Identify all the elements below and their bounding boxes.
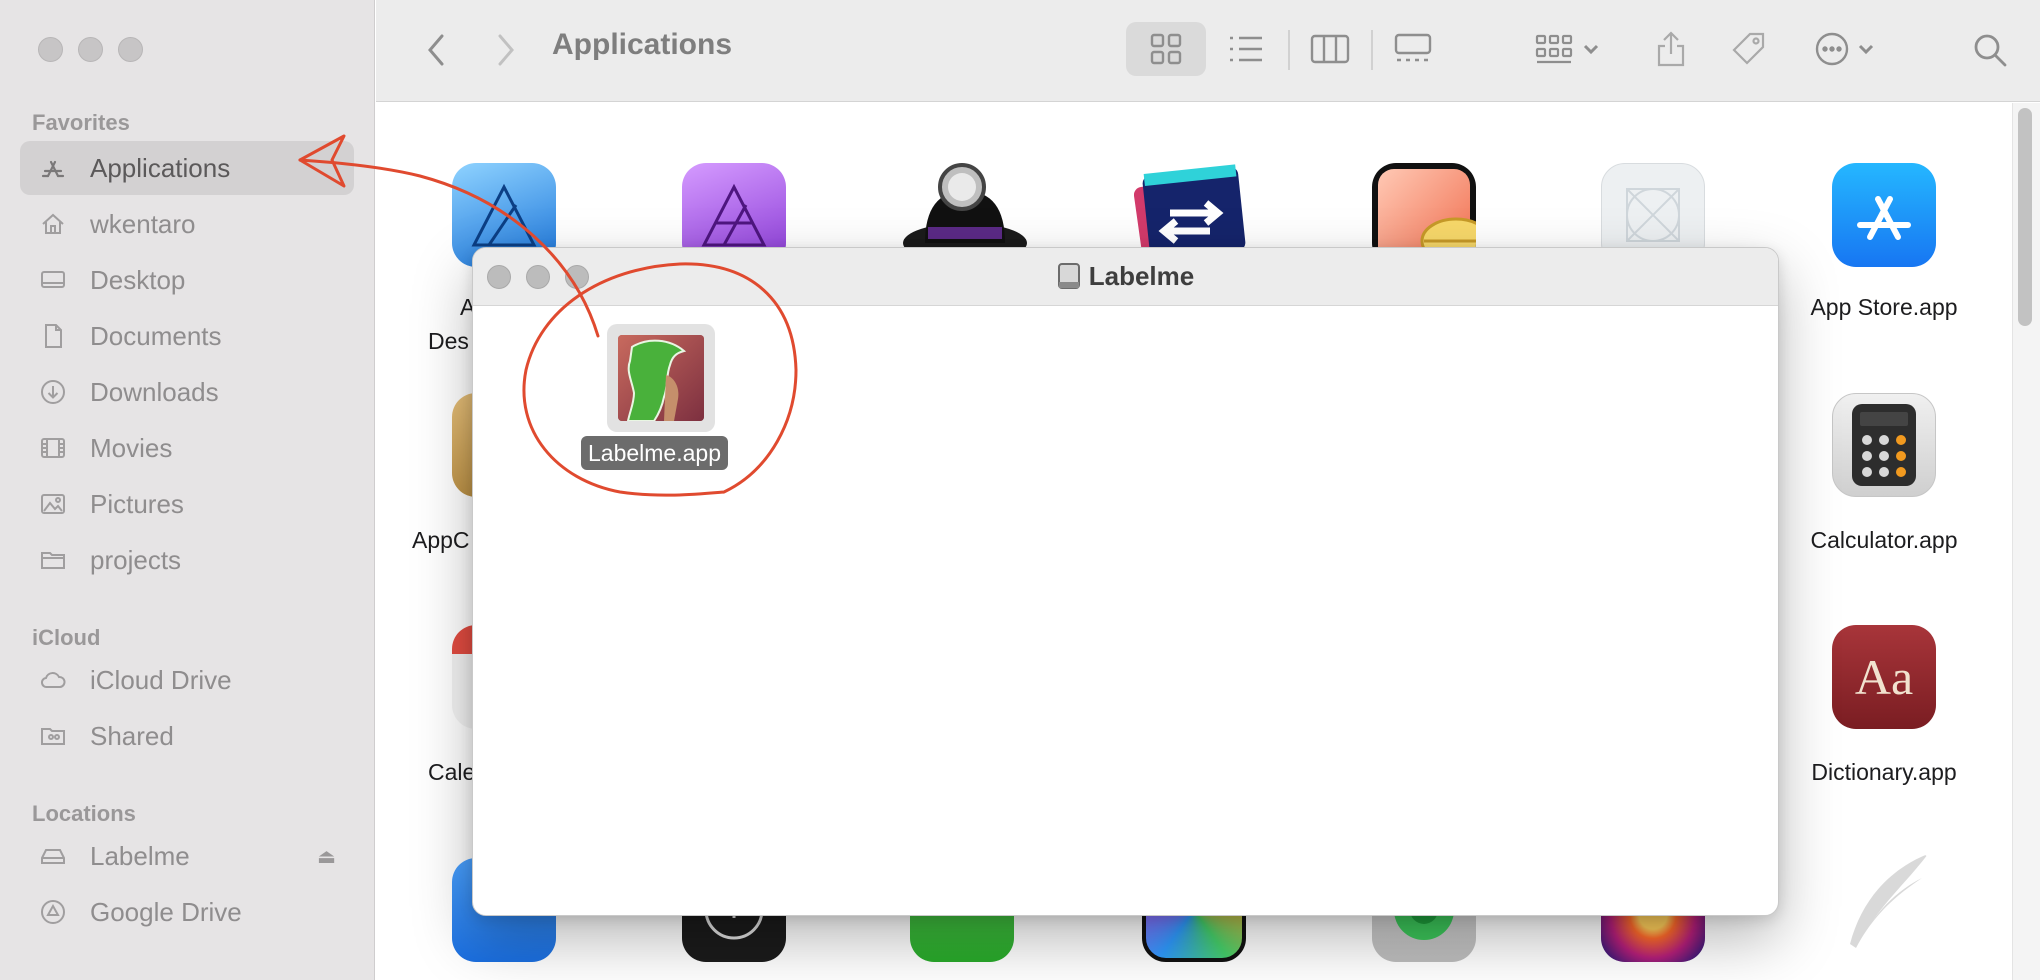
close-button[interactable]: [38, 37, 63, 62]
labelme-app-label[interactable]: Labelme.app: [581, 436, 728, 470]
app-store-a-icon: [38, 153, 68, 183]
google-drive-icon: [38, 897, 68, 927]
labelme-volume-window: Labelme Labelme.app: [472, 247, 1779, 916]
sidebar-item-movies[interactable]: Movies: [20, 421, 354, 475]
scrollbar-thumb[interactable]: [2018, 108, 2032, 326]
icon-view-button[interactable]: [1126, 22, 1206, 76]
column-view-button[interactable]: [1290, 22, 1370, 76]
minimize-button[interactable]: [78, 37, 103, 62]
chevron-down-icon: [1858, 44, 1874, 55]
dictionary-icon[interactable]: Aa: [1832, 625, 1936, 729]
document-icon: [38, 321, 68, 351]
sidebar-item-label: Downloads: [90, 376, 219, 407]
sidebar-item-applications[interactable]: Applications: [20, 141, 354, 195]
folder-icon: [38, 545, 68, 575]
gallery-view-button[interactable]: [1373, 22, 1453, 76]
sidebar-item-label: Shared: [90, 720, 174, 751]
gallery-icon: [1394, 33, 1432, 62]
sidebar-item-labelme[interactable]: Labelme ⏏: [20, 829, 354, 883]
drive-icon: [38, 841, 68, 871]
sidebar-item-label: Pictures: [90, 488, 184, 519]
popup-titlebar[interactable]: Labelme: [473, 248, 1778, 306]
chevron-left-icon: [428, 34, 444, 66]
popup-title: Labelme: [473, 261, 1778, 292]
more-actions-button[interactable]: [1806, 22, 1882, 76]
sidebar: Favorites Applications wkentaro Desktop …: [0, 0, 375, 980]
photo-icon: [38, 489, 68, 519]
ellipsis-circle-icon: [1815, 32, 1849, 66]
favorites-header: Favorites: [32, 110, 130, 135]
tag-button[interactable]: [1722, 22, 1776, 76]
icloud-header: iCloud: [32, 625, 101, 650]
labelme-app-icon[interactable]: [607, 324, 715, 432]
tag-icon: [1732, 32, 1765, 65]
toolbar: Applications: [376, 0, 2040, 102]
eject-icon[interactable]: ⏏: [317, 844, 336, 869]
locations-header: Locations: [32, 801, 136, 826]
app-label-partial: Cale: [428, 759, 476, 785]
finder-screen: Favorites Applications wkentaro Desktop …: [0, 0, 2040, 980]
sidebar-item-label: Desktop: [90, 264, 186, 295]
window-controls: [38, 37, 143, 62]
sidebar-item-label: Movies: [90, 432, 173, 463]
desktop-icon: [38, 265, 68, 295]
sidebar-item-label: projects: [90, 544, 182, 575]
labelme-logo-icon: [618, 335, 704, 421]
sidebar-item-downloads[interactable]: Downloads: [20, 365, 354, 419]
search-button[interactable]: [1966, 26, 2014, 74]
sidebar-item-label: Documents: [90, 320, 222, 351]
calculator-icon[interactable]: [1832, 393, 1936, 497]
group-grid-icon: [1535, 34, 1573, 64]
sidebar-item-shared[interactable]: Shared: [20, 709, 354, 763]
chevron-down-icon: [1583, 44, 1599, 55]
sidebar-item-wkentaro[interactable]: wkentaro: [20, 197, 354, 251]
share-button[interactable]: [1644, 22, 1698, 76]
dictionary-glyph: Aa: [1854, 649, 1914, 705]
sidebar-item-desktop[interactable]: Desktop: [20, 253, 354, 307]
app-store-icon[interactable]: [1832, 163, 1936, 267]
sidebar-item-google-drive[interactable]: Google Drive: [20, 885, 354, 939]
feather-icon[interactable]: [1832, 851, 1936, 955]
home-icon: [38, 209, 68, 239]
sidebar-item-label: Applications: [90, 152, 231, 183]
popup-title-text: Labelme: [1088, 261, 1195, 291]
sidebar-item-label: Labelme: [90, 840, 190, 871]
app-label: App Store.app: [1810, 294, 1958, 320]
columns-icon: [1310, 34, 1350, 64]
film-icon: [38, 433, 68, 463]
back-button[interactable]: [416, 30, 456, 70]
sidebar-item-icloud-drive[interactable]: iCloud Drive: [20, 653, 354, 707]
zoom-button[interactable]: [118, 37, 143, 62]
list-view-button[interactable]: [1206, 22, 1286, 76]
sidebar-item-label: iCloud Drive: [90, 664, 232, 695]
sidebar-item-label: wkentaro: [90, 208, 196, 239]
share-icon: [1657, 31, 1685, 67]
sidebar-item-pictures[interactable]: Pictures: [20, 477, 354, 531]
app-label-partial: AppC: [412, 527, 470, 553]
sidebar-item-projects[interactable]: projects: [20, 533, 354, 587]
window-title: Applications: [552, 28, 733, 61]
sidebar-item-documents[interactable]: Documents: [20, 309, 354, 363]
search-icon: [1974, 34, 2007, 67]
app-label-partial: Des: [428, 328, 469, 354]
list-icon: [1230, 36, 1262, 62]
app-label: Calculator.app: [1810, 527, 1958, 553]
download-icon: [38, 377, 68, 407]
disk-image-icon: [1057, 263, 1080, 289]
cloud-icon: [38, 665, 68, 695]
grid-icon: [1150, 33, 1182, 65]
sidebar-item-label: Google Drive: [90, 896, 242, 927]
forward-button[interactable]: [486, 30, 526, 70]
app-label: Dictionary.app: [1811, 759, 1957, 785]
group-by-button[interactable]: [1526, 22, 1608, 76]
shared-folder-icon: [38, 721, 68, 751]
chevron-right-icon: [498, 34, 514, 66]
